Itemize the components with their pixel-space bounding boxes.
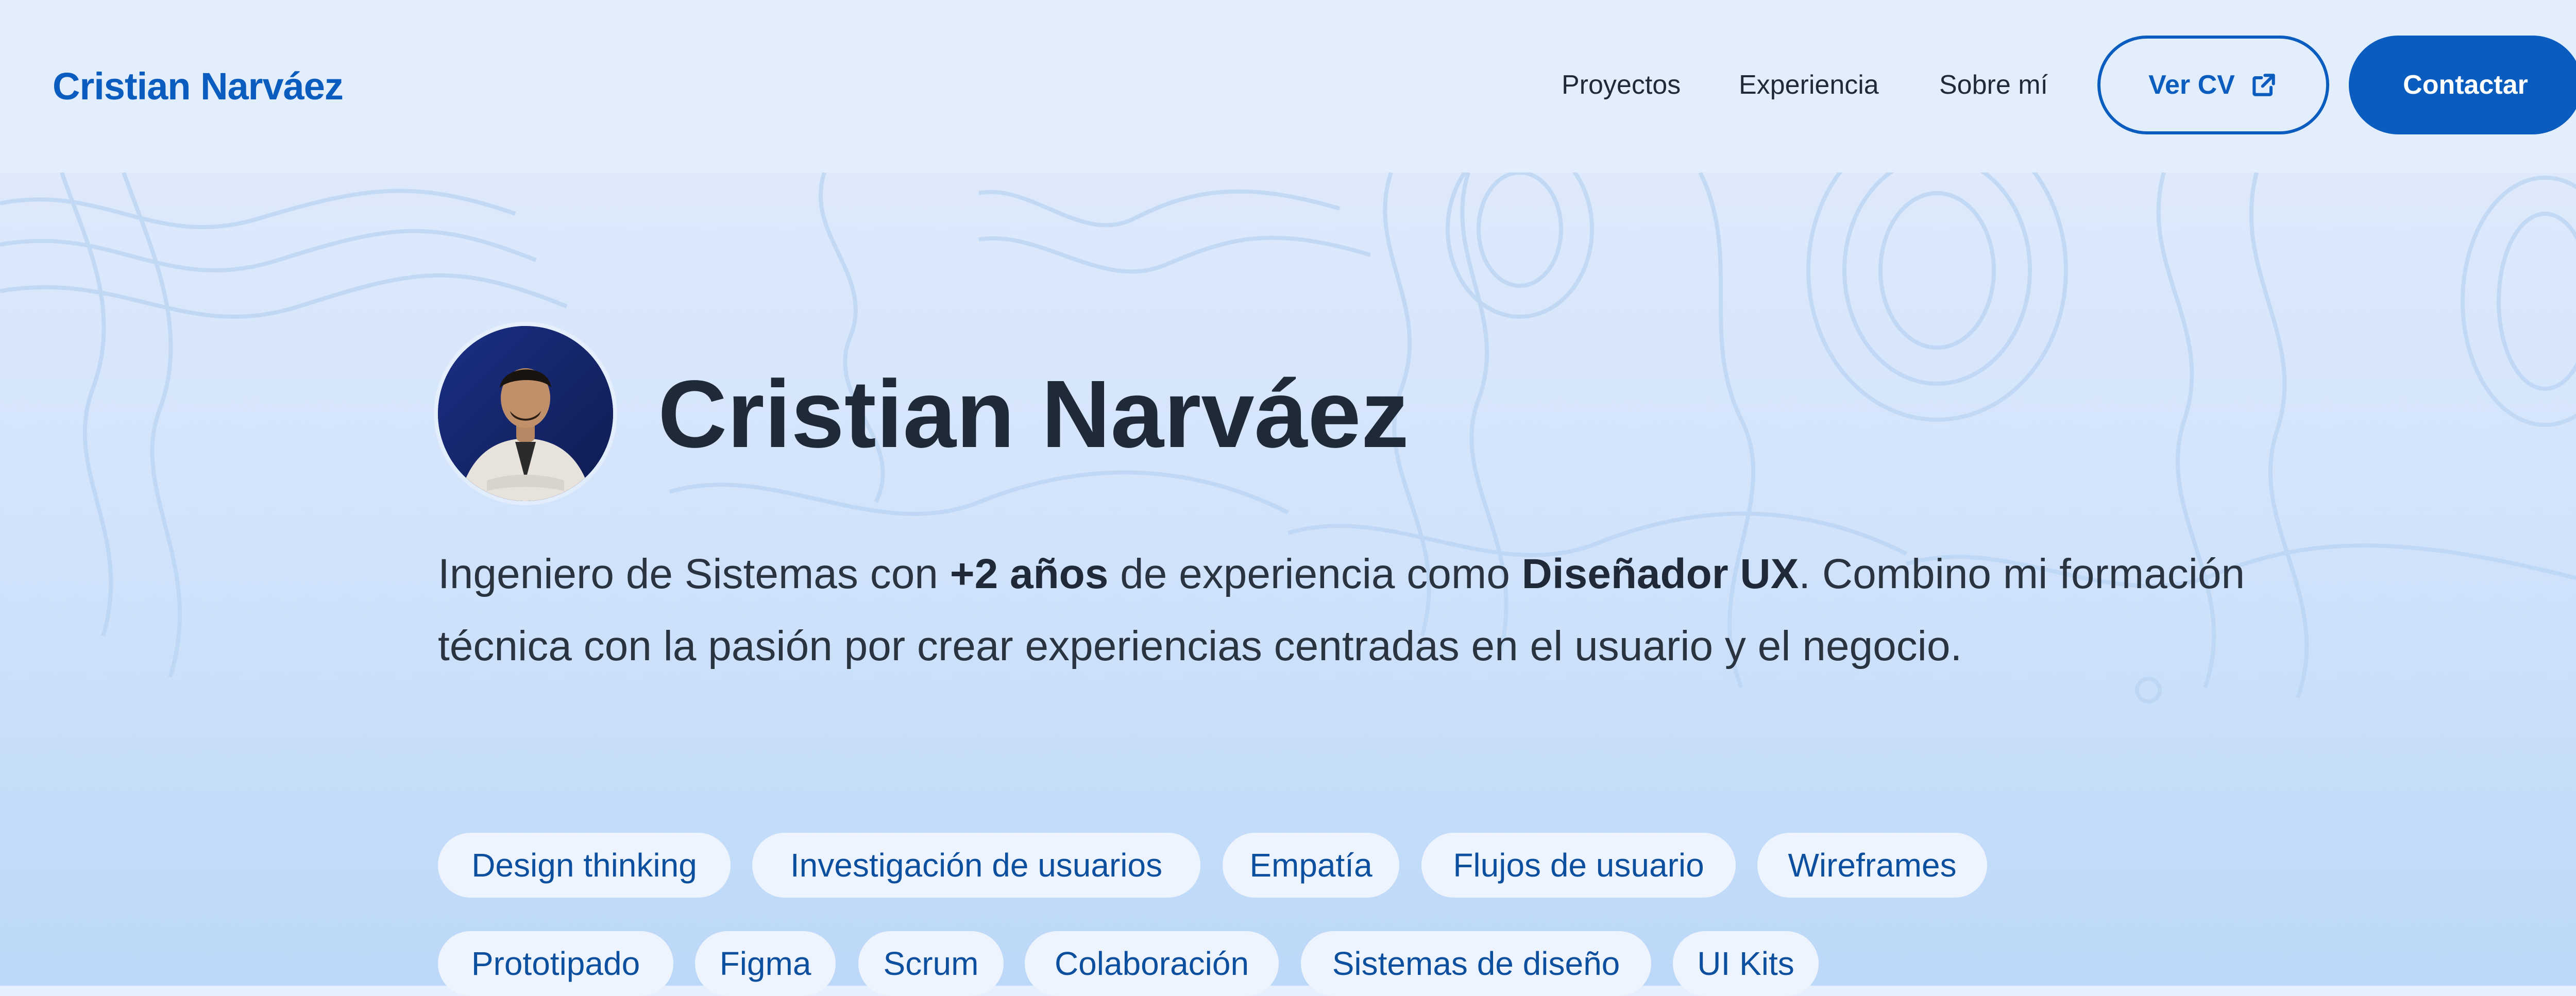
profile-avatar bbox=[438, 326, 613, 501]
top-navbar: Cristian Narváez Proyectos Experiencia S… bbox=[0, 0, 2576, 173]
skill-chip: Wireframes bbox=[1757, 833, 1987, 898]
skill-chip: Empatía bbox=[1223, 833, 1399, 898]
site-logo[interactable]: Cristian Narváez bbox=[53, 61, 344, 112]
nav-link-proyectos[interactable]: Proyectos bbox=[1562, 67, 1681, 103]
skill-chip: Design thinking bbox=[438, 833, 731, 898]
bio-text-2: de experiencia como bbox=[1108, 551, 1522, 597]
skill-chip: Prototipado bbox=[438, 931, 673, 996]
external-link-icon bbox=[2249, 71, 2278, 99]
bio-highlight-years: +2 años bbox=[950, 551, 1109, 597]
skill-chip: Flujos de usuario bbox=[1421, 833, 1736, 898]
hero-bio: Ingeniero de Sistemas con +2 años de exp… bbox=[438, 538, 2318, 682]
topographic-background bbox=[0, 173, 2576, 703]
nav-link-sobre-mi[interactable]: Sobre mí bbox=[1939, 67, 2048, 103]
hero-name-heading: Cristian Narváez bbox=[658, 361, 1409, 468]
contact-button[interactable]: Contactar bbox=[2349, 36, 2576, 134]
bio-highlight-role: Diseñador UX bbox=[1521, 551, 1799, 597]
view-cv-button[interactable]: Ver CV bbox=[2097, 36, 2329, 134]
skill-chip: Figma bbox=[695, 931, 836, 996]
skill-chip: Colaboración bbox=[1025, 931, 1279, 996]
bio-text-1: Ingeniero de Sistemas con bbox=[438, 551, 950, 597]
skill-chip: Scrum bbox=[858, 931, 1004, 996]
skill-chip: UI Kits bbox=[1673, 931, 1819, 996]
nav-link-experiencia[interactable]: Experiencia bbox=[1739, 67, 1879, 103]
skill-chip: Sistemas de diseño bbox=[1301, 931, 1651, 996]
view-cv-label: Ver CV bbox=[2148, 70, 2235, 100]
skill-chip: Investigación de usuarios bbox=[752, 833, 1200, 898]
